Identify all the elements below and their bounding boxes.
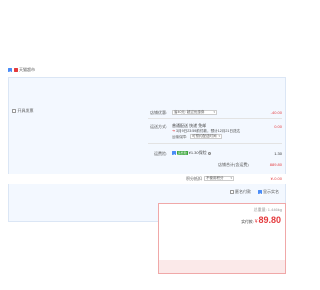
chevron-down-icon: ▾ [218, 133, 220, 138]
freight-insurance-text: ¥1.30保险 [188, 150, 207, 155]
submit-area [159, 260, 285, 273]
anonymous-checkbox[interactable] [230, 190, 234, 195]
member-label: 显示实名 [263, 189, 279, 194]
discount-select[interactable]: 省40元: 超过优惠券 ▾ [172, 110, 217, 115]
chevron-down-icon: ▾ [213, 109, 215, 114]
points-label: 积分抵扣 [186, 176, 202, 181]
freight-insurance-option[interactable]: 运费险 ¥1.30保险 ? [172, 150, 211, 156]
discount-select-value: 省40元: 超过优惠券 [174, 110, 205, 115]
divider [148, 143, 282, 144]
discount-value: -40.00 [270, 110, 282, 115]
order-options-panel [8, 77, 286, 222]
summary-weight-label: 总重量: [253, 207, 267, 212]
order-summary-box [158, 203, 286, 274]
freight-insurance-checkbox[interactable] [172, 151, 176, 156]
invoice-option[interactable]: 开具发票 [12, 108, 34, 114]
divider [148, 118, 282, 119]
freight-insurance-badge: 运费险 [177, 150, 188, 156]
truck-icon: ➔ [172, 129, 176, 133]
store-name[interactable]: 天猫超市 [19, 67, 35, 73]
delivery-value: 0.00 [274, 124, 282, 129]
freight-insurance-label: 运费险: [154, 151, 168, 156]
anonymous-option[interactable]: 匿名付款 [230, 189, 251, 195]
summary-amount: 89.80 [258, 215, 281, 225]
summary-paid-label: 实付款: [241, 220, 254, 224]
help-icon[interactable]: ? [207, 151, 211, 155]
points-select-value: 不使用积分 [206, 176, 224, 181]
summary-weight: 总重量: 1.446kg [253, 207, 282, 213]
delivery-label: 运送方式: [150, 124, 168, 129]
points-value: ¥-0.00 [270, 176, 282, 181]
store-total-label: 店铺合计(含运费) [218, 162, 249, 167]
summary-paid: 实付款: ¥ 89.80 [241, 215, 281, 226]
anonymous-label: 匿名付款 [235, 189, 251, 194]
summary-weight-value: 1.446kg [267, 207, 282, 212]
member-option[interactable]: 显示实名 [258, 189, 279, 195]
points-select[interactable]: 不使用积分 ▾ [204, 176, 234, 181]
store-checkbox[interactable] [8, 68, 12, 73]
freight-insurance-value: 1.30 [274, 151, 282, 156]
points-row [8, 174, 286, 184]
delivery-time-select[interactable]: 可预约配送时间 ▾ [190, 134, 222, 139]
delivery-time-select-value: 可预约配送时间 [192, 134, 217, 139]
store-icon [13, 68, 18, 73]
delivery-guarantee-label: 运输保障: [172, 135, 187, 139]
delivery-line2-row: ➔ 3月9日23:59前付款，预计12月21日送达 [172, 129, 240, 133]
invoice-checkbox[interactable] [12, 109, 16, 114]
delivery-line2: 3月9日23:59前付款，预计12月21日送达 [176, 129, 241, 133]
summary-currency: ¥ [254, 219, 258, 225]
chevron-down-icon: ▾ [230, 175, 232, 180]
store-total-value: 889.80 [269, 162, 282, 167]
member-checkbox[interactable] [258, 190, 262, 195]
invoice-label: 开具发票 [17, 108, 34, 113]
discount-label: 店铺优惠: [150, 110, 168, 115]
store-header: 天猫超市 [8, 67, 35, 73]
